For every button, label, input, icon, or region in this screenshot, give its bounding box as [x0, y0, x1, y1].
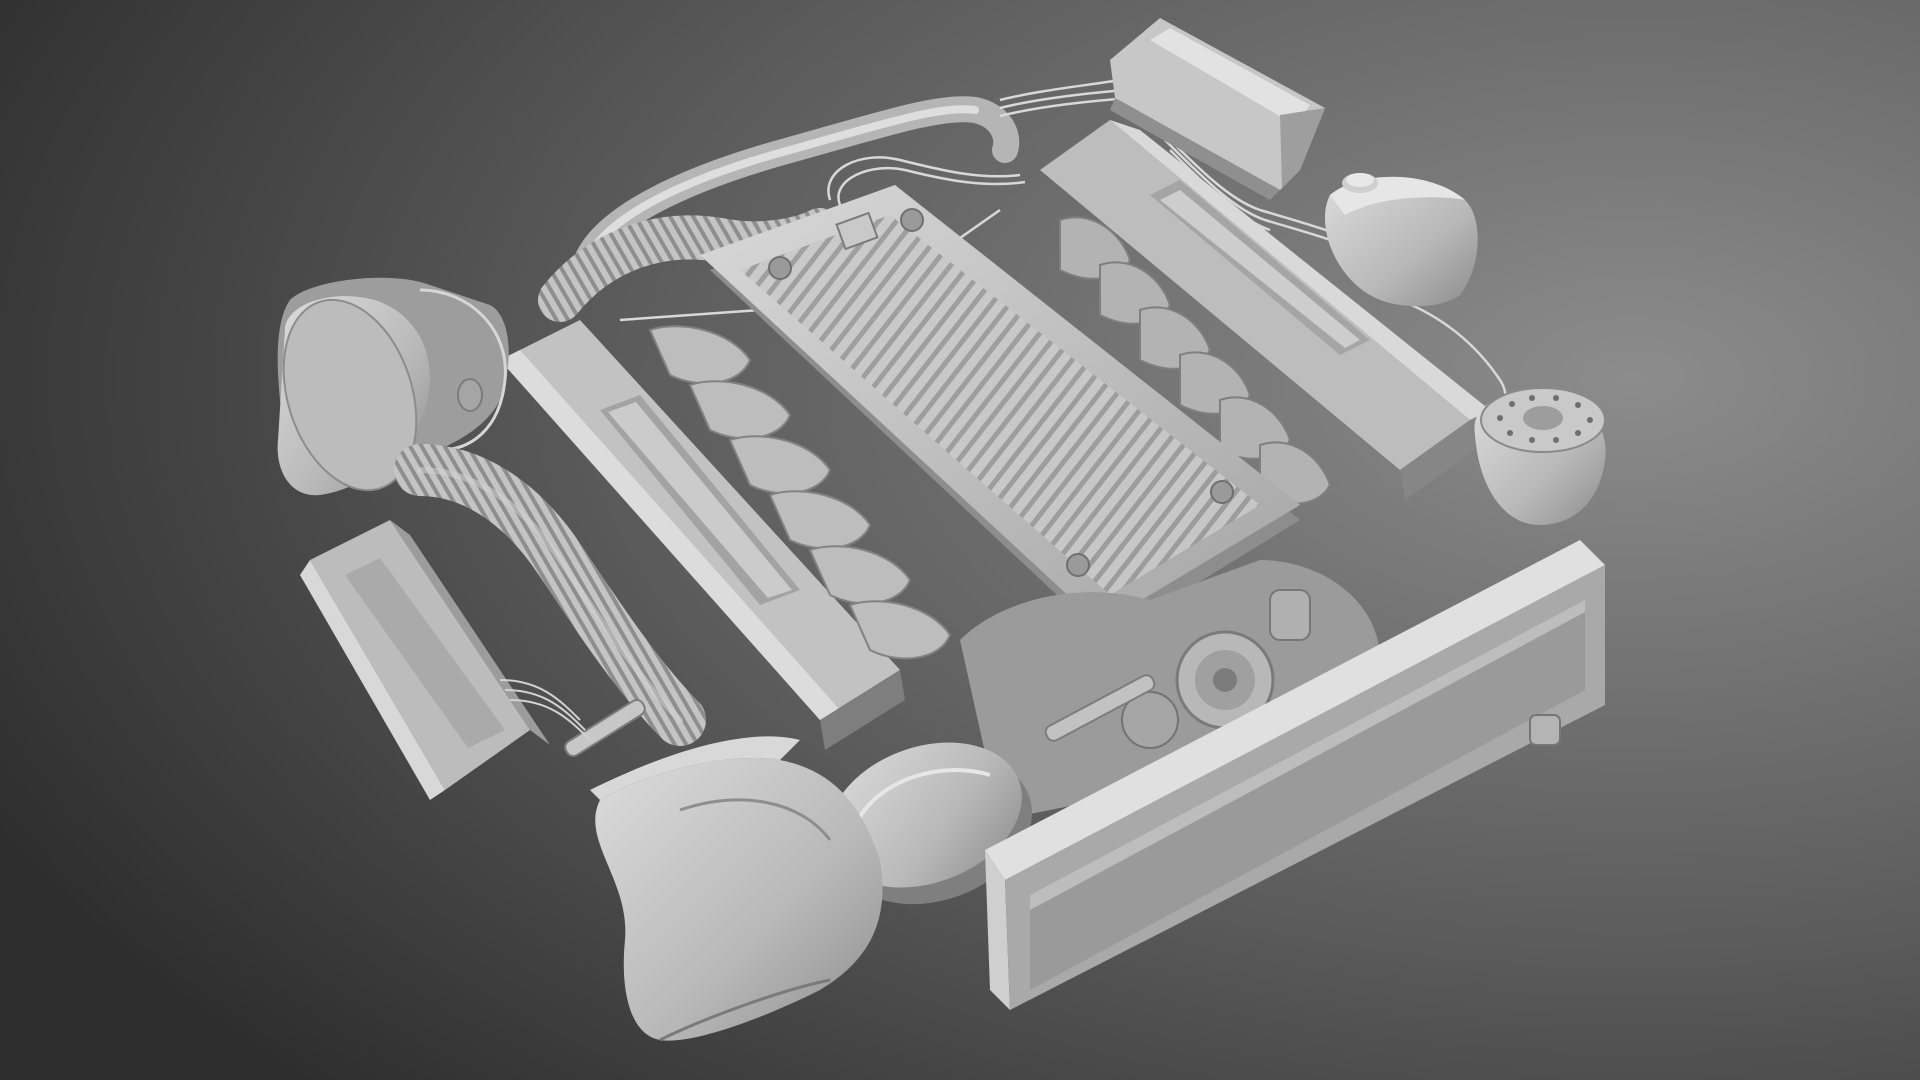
cover-bolt — [768, 256, 792, 280]
cover-bolt — [1210, 480, 1234, 504]
cover-bolt — [1066, 553, 1090, 577]
render-viewport — [0, 0, 1920, 1080]
background — [0, 0, 1920, 1080]
cover-bolt — [900, 208, 924, 232]
engine-render — [0, 0, 1920, 1080]
radiator-cap — [1529, 714, 1561, 746]
